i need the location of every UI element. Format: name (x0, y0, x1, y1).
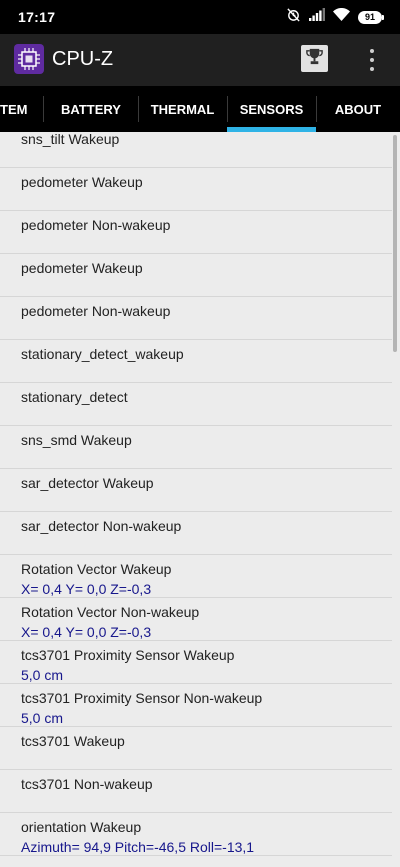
list-item: pedometer Non-wakeup (0, 297, 392, 340)
sensor-name: tcs3701 Non-wakeup (21, 776, 153, 792)
tab-thermal[interactable]: THERMAL (138, 86, 227, 132)
app-bar: CPU-Z (0, 34, 400, 86)
alarm-off-icon (286, 7, 301, 27)
sensor-name: tcs3701 Proximity Sensor Non-wakeup (21, 690, 263, 706)
tab-label: ABOUT (334, 101, 382, 117)
list-item: tcs3701 Wakeup (0, 727, 392, 770)
wifi-icon (333, 7, 350, 26)
battery-level: 91 (358, 10, 382, 24)
sensor-value: X= 0,4 Y= 0,0 Z=-0,3 (21, 581, 152, 597)
list-item: tcs3701 Proximity Sensor Non-wakeup 5,0 … (0, 684, 392, 727)
sensor-value: 5,0 cm (21, 667, 64, 683)
status-bar: 17:17 91 (0, 0, 400, 34)
sensor-name: sar_detector Non-wakeup (21, 518, 182, 534)
scrollbar[interactable] (393, 135, 397, 352)
tab-about[interactable]: ABOUT (316, 86, 400, 132)
sensor-name: Rotation Vector Wakeup (21, 561, 172, 577)
trophy-button[interactable] (301, 45, 328, 72)
menu-dot-icon (370, 58, 374, 62)
tab-label: THERMAL (150, 101, 215, 117)
list-item: pedometer Wakeup (0, 168, 392, 211)
sensor-name: stationary_detect (21, 389, 128, 405)
tab-sensors[interactable]: SENSORS (227, 86, 316, 132)
signal-icon (309, 8, 325, 26)
sensor-name: tcs3701 Wakeup (21, 733, 125, 749)
list-item: pedometer Non-wakeup (0, 211, 392, 254)
sensor-name: pedometer Non-wakeup (21, 303, 171, 319)
tab-label: SENSORS (239, 101, 304, 117)
list-item: sar_detector Non-wakeup (0, 512, 392, 555)
tab-system[interactable]: TEM (0, 86, 40, 132)
list-item: sns_tilt Wakeup (0, 132, 392, 168)
status-time: 17:17 (18, 9, 56, 25)
tab-battery[interactable]: BATTERY (44, 86, 138, 132)
list-item: tcs3701 Proximity Sensor Wakeup 5,0 cm (0, 641, 392, 684)
sensor-name: sar_detector Wakeup (21, 475, 154, 491)
sensor-name: pedometer Non-wakeup (21, 217, 171, 233)
sensor-value: 5,0 cm (21, 710, 64, 726)
overflow-menu-button[interactable] (362, 46, 382, 74)
app-title: CPU-Z (52, 48, 114, 70)
status-icons: 91 (286, 7, 384, 27)
list-item: pedometer Wakeup (0, 254, 392, 297)
list-item: tcs3701 Non-wakeup (0, 770, 392, 813)
list-item: Rotation Vector Wakeup X= 0,4 Y= 0,0 Z=-… (0, 555, 392, 598)
sensor-name: orientation Wakeup (21, 819, 142, 835)
menu-dot-icon (370, 49, 374, 53)
sensor-name: Rotation Vector Non-wakeup (21, 604, 200, 620)
sensor-name: sns_smd Wakeup (21, 432, 132, 448)
tab-label: BATTERY (61, 101, 121, 117)
list-item: stationary_detect_wakeup (0, 340, 392, 383)
app-logo-icon (14, 44, 44, 74)
tab-label: TEM (0, 101, 28, 117)
list-item: sns_smd Wakeup (0, 426, 392, 469)
sensor-name: pedometer Wakeup (21, 260, 143, 276)
sensor-name: tcs3701 Proximity Sensor Wakeup (21, 647, 235, 663)
sensor-name: pedometer Wakeup (21, 174, 143, 190)
menu-dot-icon (370, 67, 374, 71)
list-item: orientation Wakeup Azimuth= 94,9 Pitch=-… (0, 813, 392, 856)
sensor-list[interactable]: sns_tilt Wakeup pedometer Wakeup pedomet… (0, 132, 400, 867)
tab-bar: TEM BATTERY THERMAL SENSORS ABOUT (0, 86, 400, 132)
list-item: Rotation Vector Non-wakeup X= 0,4 Y= 0,0… (0, 598, 392, 641)
sensor-name: sns_tilt Wakeup (21, 132, 120, 147)
list-item: sar_detector Wakeup (0, 469, 392, 512)
trophy-icon (305, 47, 324, 71)
sensor-value: X= 0,4 Y= 0,0 Z=-0,3 (21, 624, 152, 640)
battery-icon: 91 (358, 10, 384, 24)
list-item: stationary_detect (0, 383, 392, 426)
sensor-name: stationary_detect_wakeup (21, 346, 184, 362)
sensor-value: Azimuth= 94,9 Pitch=-46,5 Roll=-13,1 (21, 839, 255, 855)
